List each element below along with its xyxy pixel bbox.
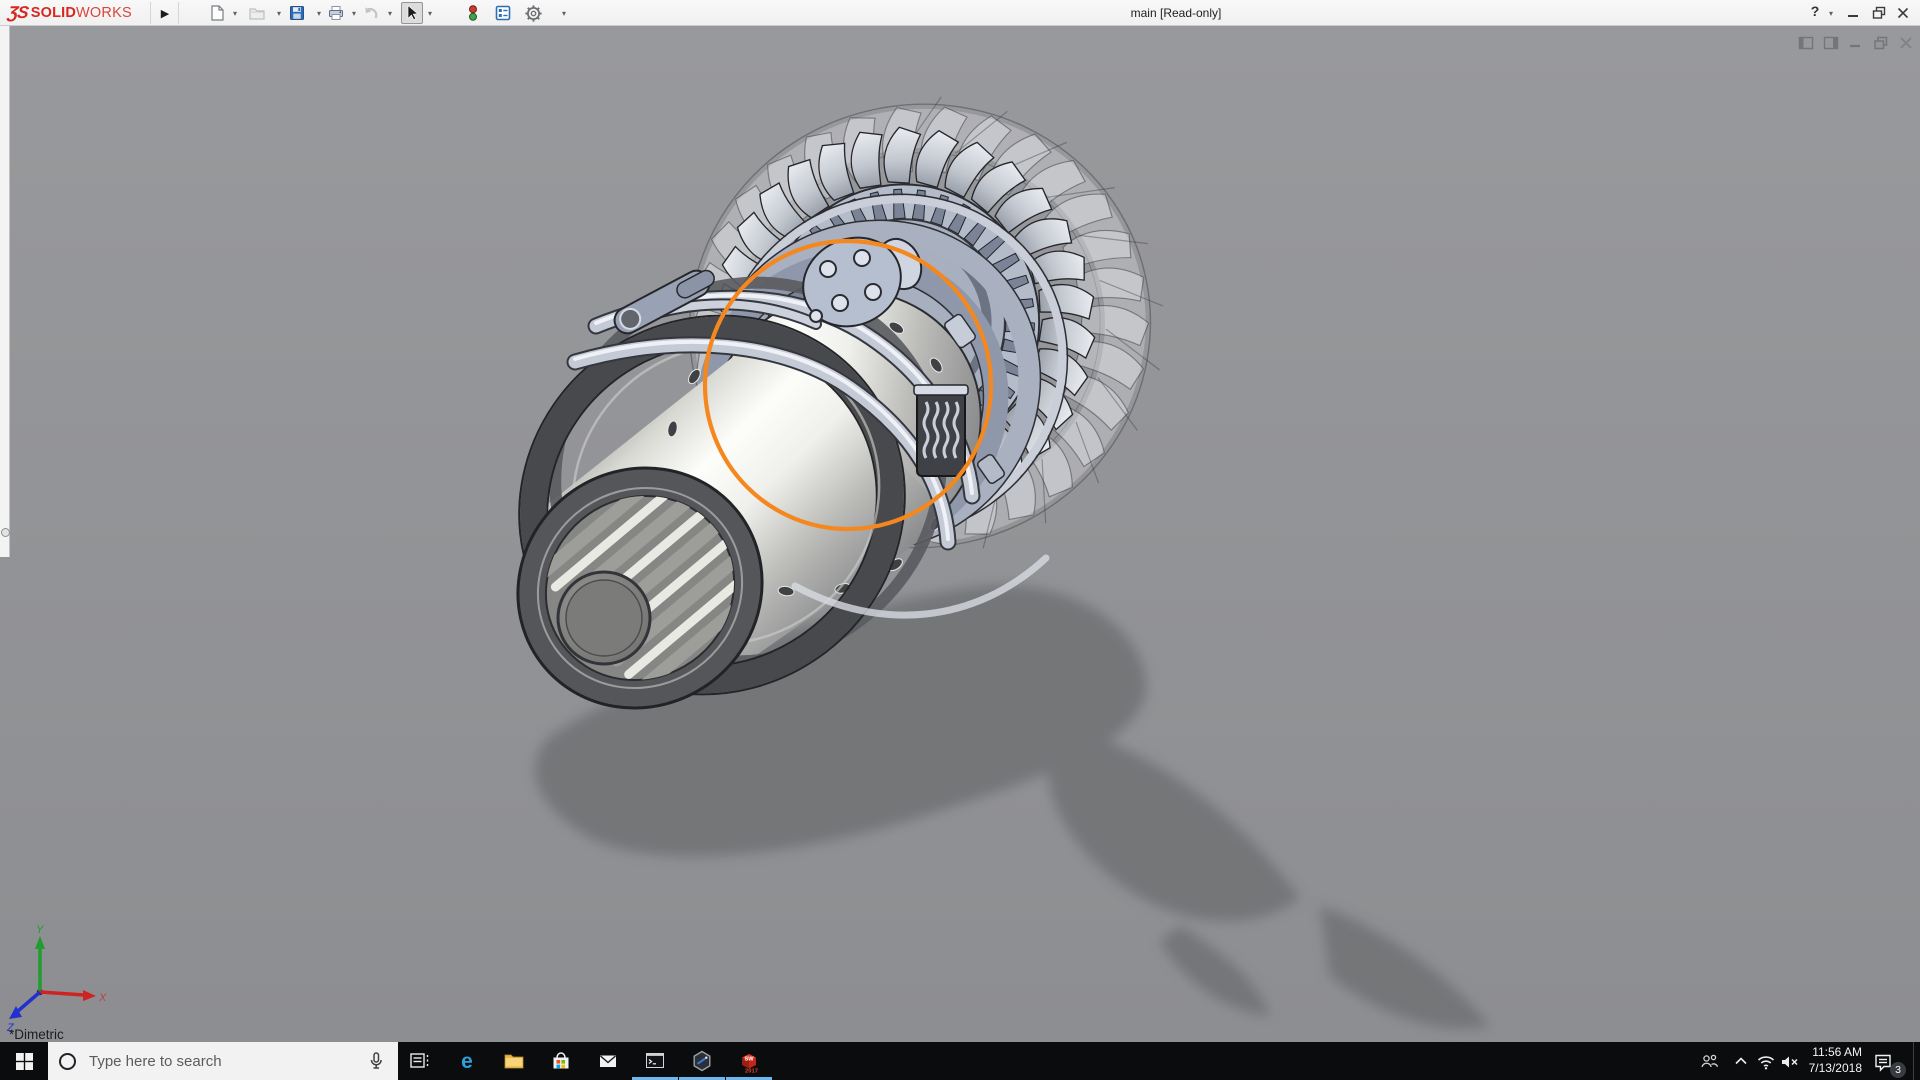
mail-icon [596,1049,620,1073]
search-placeholder: Type here to search [89,1053,364,1070]
print-icon [327,4,345,22]
edge-glyph: e [461,1050,473,1073]
title-bar: ƷS SOLID WORKS ▶ ▾ ▾ ▾ [0,0,1920,26]
undo-button[interactable] [360,2,382,24]
select-cursor-icon [403,4,421,22]
taskbar-search[interactable]: Type here to search [48,1042,398,1080]
window-close-icon[interactable] [1898,35,1914,51]
window-minimize-icon[interactable] [1848,35,1864,51]
solidworks-logo-text-bold: SOLID [31,5,76,21]
chevron-up-icon [1731,1051,1751,1071]
cortana-icon [59,1053,76,1070]
graphics-viewport[interactable]: Y X Z *Dimetric [0,26,1920,1042]
help-button[interactable]: ? [1806,3,1824,19]
windows-taskbar: Type here to search e [0,1042,1920,1080]
select-tool-button[interactable] [401,2,423,24]
view-orientation-label: *Dimetric [9,1027,64,1042]
sw-label: SW [744,1056,754,1062]
gear-icon [524,4,543,23]
edrawings-hexagon-icon [690,1049,714,1073]
task-view-button[interactable] [408,1049,432,1073]
feature-manager-sliver[interactable] [0,26,10,557]
close-button[interactable] [1894,4,1912,22]
new-document-icon [208,4,226,22]
start-button[interactable] [0,1042,48,1080]
store-icon [549,1049,573,1073]
open-caret[interactable]: ▾ [277,9,281,18]
help-caret[interactable]: ▾ [1829,9,1833,18]
command-prompt-icon [643,1049,667,1073]
minimize-button[interactable] [1844,4,1862,22]
wifi-button[interactable] [1755,1051,1777,1078]
tray-overflow-button[interactable] [1731,1051,1751,1076]
orientation-triad: Y X Z [6,924,107,1034]
options-list-button[interactable] [492,2,514,24]
triad-x-label: X [98,992,107,1004]
settings-gear-button[interactable] [522,2,544,24]
panel-expand-button[interactable] [1,528,10,537]
pane-left-icon[interactable] [1798,35,1814,51]
rebuild-traffic-light-button[interactable] [462,2,484,24]
select-tool-caret[interactable]: ▾ [428,9,432,18]
restore-button[interactable] [1870,4,1888,22]
window-restore-icon[interactable] [1873,35,1889,51]
undo-icon [362,4,380,22]
print-caret[interactable]: ▾ [352,9,356,18]
clock-time: 11:56 AM [1796,1045,1862,1061]
solidworks-cube-icon: SW 2017 [737,1049,761,1073]
document-window-controls [1798,35,1914,51]
file-explorer-icon [502,1049,526,1073]
options-list-icon [494,4,512,22]
minimize-icon [1847,7,1859,19]
save-caret[interactable]: ▾ [317,9,321,18]
print-button[interactable] [325,2,347,24]
spring-actuator[interactable] [914,385,968,476]
show-desktop-button[interactable] [1913,1042,1920,1080]
solidworks-logo-mark: ƷS [7,3,30,23]
taskbar-clock[interactable]: 11:56 AM 7/13/2018 [1796,1045,1862,1076]
command-prompt-button[interactable] [643,1049,667,1073]
shaft-hub-face [566,580,642,656]
save-button[interactable] [286,2,308,24]
windows-logo-icon [16,1053,33,1070]
open-folder-icon [248,4,266,22]
edge-button[interactable]: e [455,1049,479,1073]
triad-y-label: Y [36,924,44,936]
document-title: main [Read-only] [1076,0,1276,26]
wifi-icon [1755,1051,1777,1073]
save-floppy-icon [288,4,306,22]
undo-caret[interactable]: ▾ [388,9,392,18]
open-button[interactable] [246,2,268,24]
clock-date: 7/13/2018 [1796,1061,1862,1077]
menu-flyout-arrow[interactable]: ▶ [155,0,175,26]
people-button[interactable] [1698,1051,1720,1078]
sw-year: 2017 [745,1069,758,1074]
engine-model-scene[interactable]: Y X Z [0,26,1920,1042]
store-button[interactable] [549,1049,573,1073]
solidworks-logo: ƷS SOLID WORKS [8,0,132,26]
new-document-button[interactable] [206,2,228,24]
settings-caret[interactable]: ▾ [562,9,566,18]
traffic-light-icon [464,4,482,22]
edge-icon: e [455,1049,479,1073]
file-explorer-button[interactable] [502,1049,526,1073]
close-icon [1897,7,1909,19]
mail-button[interactable] [596,1049,620,1073]
notification-badge: 3 [1890,1062,1906,1078]
task-view-icon [408,1049,432,1073]
toolbar-separator [178,2,179,24]
new-document-caret[interactable]: ▾ [233,9,237,18]
toolbar-separator [150,2,151,24]
solidworks-2017-button[interactable]: SW 2017 [737,1049,761,1073]
people-icon [1698,1051,1720,1073]
edrawings-button[interactable] [690,1049,714,1073]
microphone-icon[interactable] [364,1049,388,1073]
solidworks-logo-text-light: WORKS [76,5,132,21]
restore-icon [1872,6,1886,20]
pane-right-icon[interactable] [1823,35,1839,51]
